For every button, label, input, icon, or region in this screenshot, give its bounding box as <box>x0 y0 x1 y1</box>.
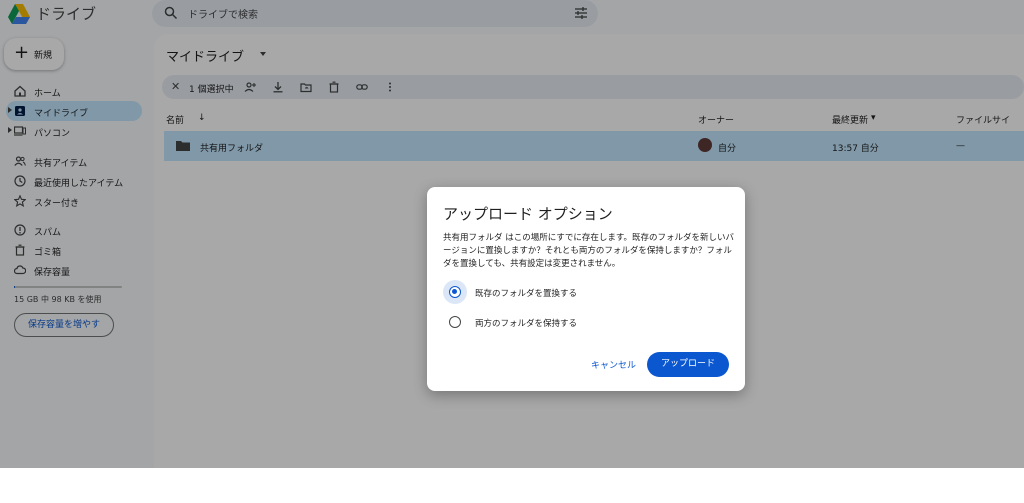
bottom-blank-area <box>0 468 1024 503</box>
drive-app: ドライブ ドライブで検索 + 新規 ホーム マイドライブ パソコン 共有アイテム… <box>0 0 1024 468</box>
dialog-message: 共有用フォルダ はこの場所にすでに存在します。既存のフォルダを新しいバージョンに… <box>443 233 735 269</box>
radio-label: 両方のフォルダを保持する <box>475 319 578 329</box>
cancel-button[interactable]: キャンセル <box>591 358 636 371</box>
upload-button[interactable]: アップロード <box>647 352 729 377</box>
radio-label: 既存のフォルダを置換する <box>475 289 578 299</box>
radio-keep-both[interactable]: 両方のフォルダを保持する <box>443 311 723 333</box>
radio-replace-existing[interactable]: 既存のフォルダを置換する <box>443 280 723 304</box>
radio-unchecked-icon[interactable] <box>449 316 461 328</box>
radio-checked-icon[interactable] <box>449 286 461 298</box>
upload-options-dialog: アップロード オプション 共有用フォルダ はこの場所にすでに存在します。既存のフ… <box>427 187 745 391</box>
dialog-title: アップロード オプション <box>443 205 613 223</box>
